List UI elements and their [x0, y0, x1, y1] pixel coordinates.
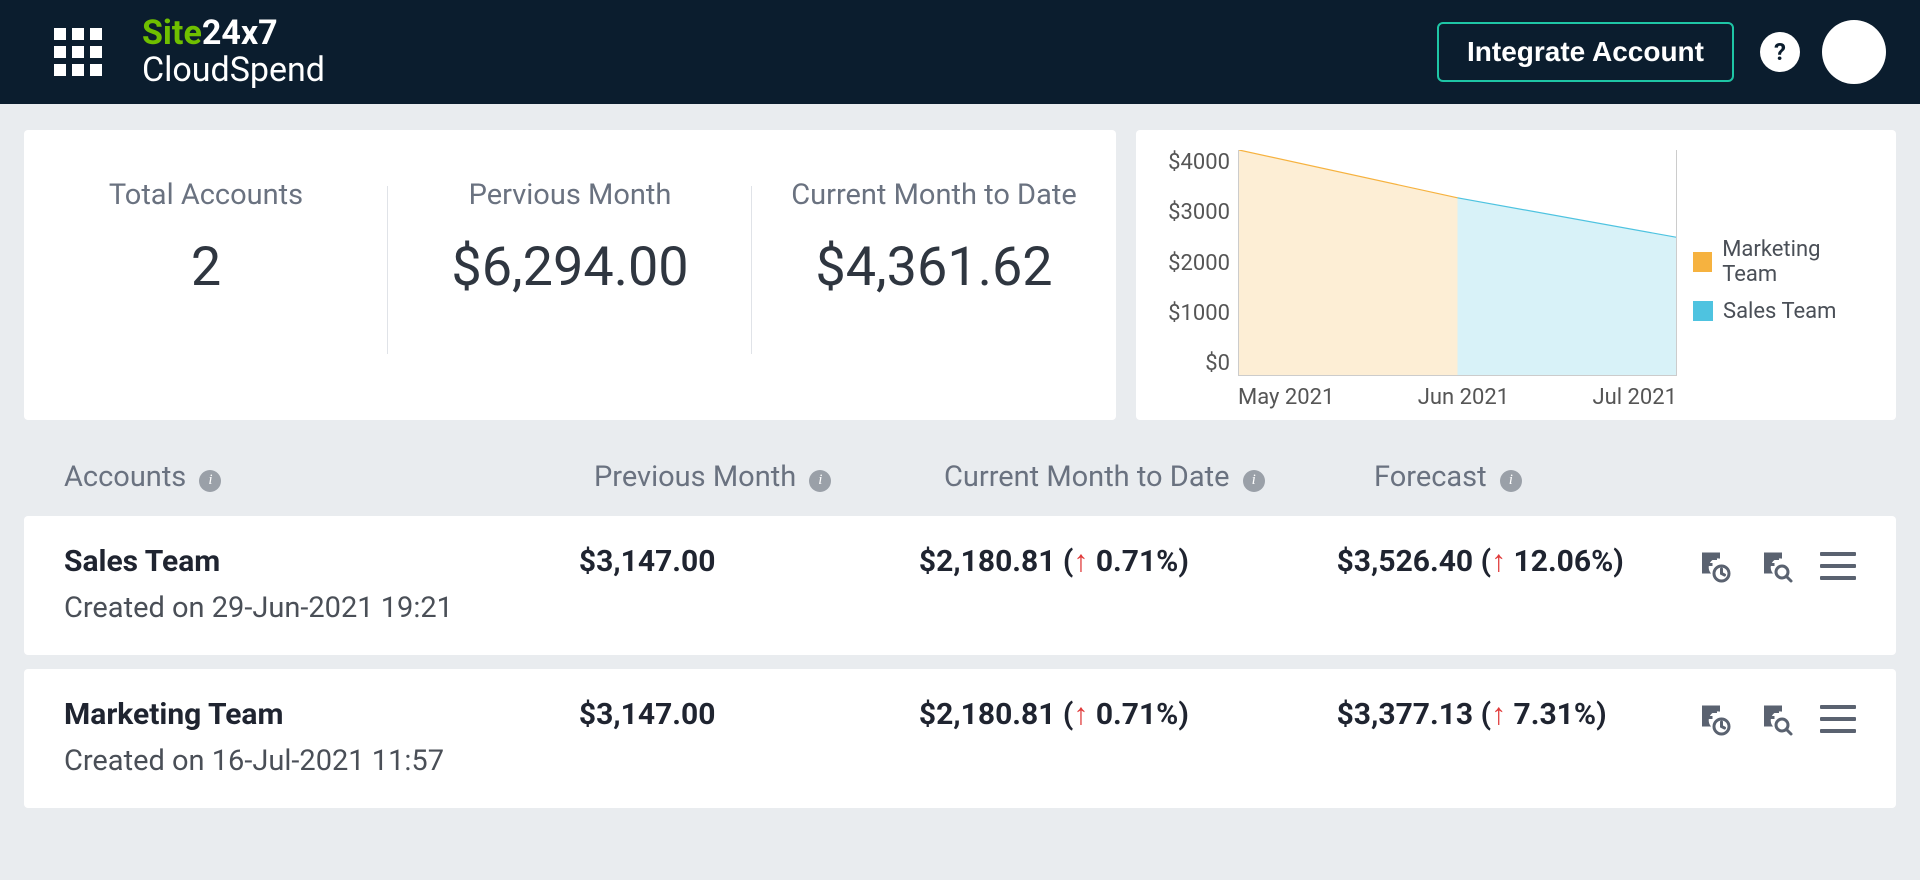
legend-label: Sales Team: [1723, 299, 1836, 324]
metric-value: $6,294.00: [408, 236, 732, 299]
col-header-accounts: Accounts i: [64, 460, 594, 494]
legend-item: Marketing Team: [1693, 237, 1874, 287]
chart-plot: [1238, 150, 1677, 376]
app-header: Site24x7 CloudSpend Integrate Account ?: [0, 0, 1920, 104]
logo-text-site: Site: [142, 13, 202, 53]
more-menu-icon[interactable]: [1820, 705, 1856, 733]
cell-current-month: $2,180.81 (↑ 0.71%): [919, 544, 1337, 579]
col-header-label: Accounts: [64, 460, 186, 494]
cell-account: Sales Team Created on 29-Jun-2021 19:21: [64, 544, 579, 625]
metric-label: Total Accounts: [44, 178, 368, 212]
apps-launcher-icon[interactable]: [54, 28, 102, 76]
spend-chart-card: $4000$3000$2000$1000$0 May 2021Jun 2021J…: [1136, 130, 1896, 420]
table-row: Sales Team Created on 29-Jun-2021 19:21 …: [24, 516, 1896, 655]
logo: Site24x7 CloudSpend: [142, 15, 325, 90]
arrow-up-icon: ↑: [1073, 544, 1088, 579]
account-name[interactable]: Marketing Team: [64, 697, 579, 732]
info-icon[interactable]: i: [1243, 470, 1265, 492]
integrate-account-button[interactable]: Integrate Account: [1437, 22, 1734, 82]
row-actions: [1696, 544, 1856, 584]
col-header-previous: Previous Month i: [594, 460, 944, 494]
col-header-current: Current Month to Date i: [944, 460, 1374, 494]
spend-chart: $4000$3000$2000$1000$0 May 2021Jun 2021J…: [1158, 150, 1677, 410]
account-created: Created on 16-Jul-2021 11:57: [64, 744, 579, 778]
arrow-up-icon: ↑: [1491, 544, 1506, 579]
scheduled-report-icon[interactable]: [1696, 548, 1732, 584]
metric-label: Pervious Month: [408, 178, 732, 212]
info-icon[interactable]: i: [199, 470, 221, 492]
table-row: Marketing Team Created on 16-Jul-2021 11…: [24, 669, 1896, 808]
cell-previous-month: $3,147.00: [579, 544, 919, 579]
metric-total-accounts: Total Accounts 2: [24, 178, 388, 362]
legend-item: Sales Team: [1693, 299, 1874, 324]
cell-previous-month: $3,147.00: [579, 697, 919, 732]
cell-forecast: $3,377.13 (↑ 7.31%): [1337, 697, 1696, 732]
account-created: Created on 29-Jun-2021 19:21: [64, 591, 579, 625]
arrow-up-icon: ↑: [1073, 697, 1088, 732]
col-header-forecast: Forecast i: [1374, 460, 1744, 494]
col-header-label: Previous Month: [594, 460, 796, 494]
cell-forecast: $3,526.40 (↑ 12.06%): [1337, 544, 1696, 579]
cell-current-month: $2,180.81 (↑ 0.71%): [919, 697, 1337, 732]
metric-current-month: Current Month to Date $4,361.62: [752, 178, 1116, 362]
arrow-up-icon: ↑: [1491, 697, 1506, 732]
logo-subtitle: CloudSpend: [142, 52, 325, 89]
accounts-table-header: Accounts i Previous Month i Current Mont…: [24, 420, 1896, 516]
chart-legend: Marketing Team Sales Team: [1693, 150, 1874, 410]
help-icon[interactable]: ?: [1760, 32, 1800, 72]
account-name[interactable]: Sales Team: [64, 544, 579, 579]
info-icon[interactable]: i: [809, 470, 831, 492]
more-menu-icon[interactable]: [1820, 552, 1856, 580]
avatar[interactable]: [1822, 20, 1886, 84]
view-report-icon[interactable]: [1758, 701, 1794, 737]
logo-text-24x7: 24x7: [202, 13, 278, 53]
legend-label: Marketing Team: [1722, 237, 1874, 287]
metric-previous-month: Pervious Month $6,294.00: [388, 178, 752, 362]
row-actions: [1696, 697, 1856, 737]
metric-value: $4,361.62: [772, 236, 1096, 299]
col-header-label: Current Month to Date: [944, 460, 1229, 494]
legend-swatch: [1693, 301, 1713, 321]
summary-card: Total Accounts 2 Pervious Month $6,294.0…: [24, 130, 1116, 420]
cell-account: Marketing Team Created on 16-Jul-2021 11…: [64, 697, 579, 778]
metric-value: 2: [44, 236, 368, 299]
col-header-label: Forecast: [1374, 460, 1487, 494]
metric-label: Current Month to Date: [772, 178, 1096, 212]
chart-y-axis: $4000$3000$2000$1000$0: [1158, 150, 1238, 376]
view-report-icon[interactable]: [1758, 548, 1794, 584]
chart-x-axis: May 2021Jun 2021Jul 2021: [1238, 385, 1677, 410]
info-icon[interactable]: i: [1500, 470, 1522, 492]
scheduled-report-icon[interactable]: [1696, 701, 1732, 737]
legend-swatch: [1693, 252, 1712, 272]
